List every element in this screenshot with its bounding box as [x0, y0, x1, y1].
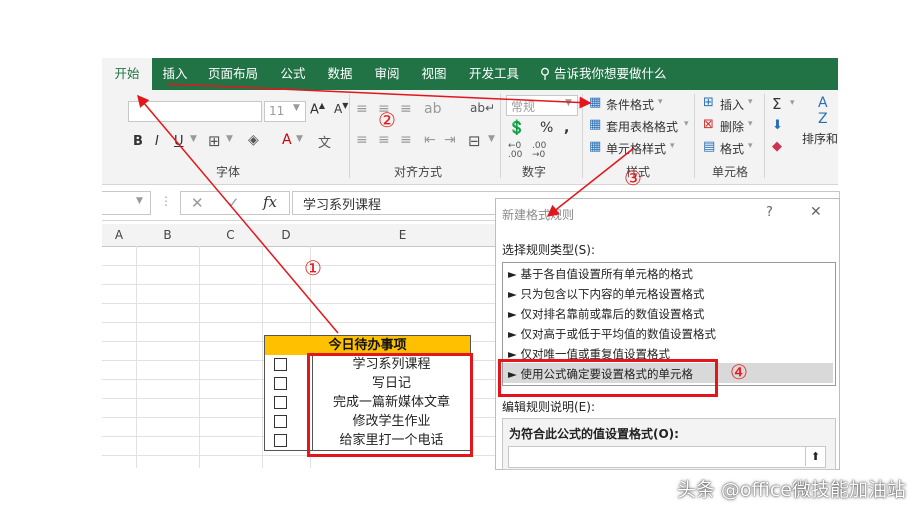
arrow-to-home-tab — [137, 94, 339, 334]
step-4-label: ④ — [730, 360, 748, 384]
watermark: 头条 @office微技能加油站 — [676, 479, 906, 501]
highlight-box-items — [307, 353, 473, 457]
step-3-label: ③ — [624, 166, 642, 190]
arrow-to-dialog — [546, 147, 635, 217]
step-1-label: ① — [304, 256, 322, 280]
highlight-box-rule — [498, 359, 718, 397]
arrow-to-conditional-format — [167, 83, 592, 109]
step-2-label: ② — [378, 108, 396, 132]
